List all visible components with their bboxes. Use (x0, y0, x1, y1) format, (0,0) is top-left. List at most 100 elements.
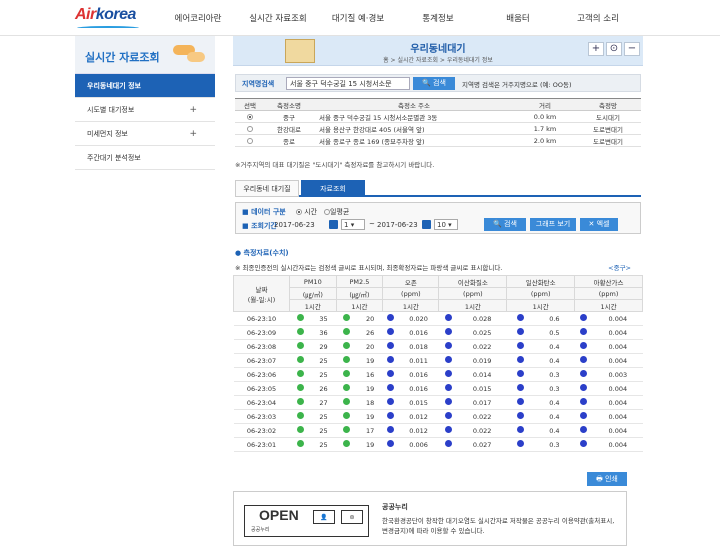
sidebar-item-weekly[interactable]: 주간대기 분석정보 (75, 146, 215, 170)
grade-dot-icon (580, 440, 588, 447)
grade-dot-icon (516, 356, 524, 363)
nav-stats[interactable]: 통계정보 (398, 12, 478, 24)
grade-dot-icon (296, 384, 304, 391)
grade-dot-icon (444, 328, 452, 335)
grade-dot-icon (343, 440, 351, 447)
tab-data-query[interactable]: 자료조회 (301, 180, 365, 197)
zoom-out-button[interactable]: − (624, 42, 640, 56)
grade-dot-icon (296, 370, 304, 377)
table-row: 06-23:04 27 18 0.015 0.017 0.4 0.004 (233, 395, 643, 410)
radio-day[interactable]: 일평균 (324, 207, 349, 217)
zoom-reset-button[interactable]: ⊙ (606, 42, 622, 56)
grade-dot-icon (296, 426, 304, 433)
grade-dot-icon (343, 398, 351, 405)
col-address: 측정소 주소 (313, 98, 515, 111)
grade-dot-icon (444, 426, 452, 433)
query-search-button[interactable]: 🔍 검색 (484, 218, 526, 231)
search-hint: 지역명 검색은 거주지명으로 (예: OO동) (462, 81, 572, 89)
table-row: 06-23:03 25 19 0.012 0.022 0.4 0.004 (233, 409, 643, 424)
table-row: 06-23:01 25 19 0.006 0.027 0.3 0.004 (233, 437, 643, 452)
grade-dot-icon (386, 328, 394, 335)
expand-icon: + (189, 129, 197, 139)
col-select: 선택 (235, 98, 265, 111)
grade-dot-icon (580, 342, 588, 349)
grade-dot-icon (444, 384, 452, 391)
grade-dot-icon (444, 314, 452, 321)
query-filter: ■ 데이터 구분 시간 일평균 ■ 조회기간 2017-06-23 1 ▾ ~ … (235, 202, 641, 234)
grade-dot-icon (580, 356, 588, 363)
calendar-icon[interactable] (329, 220, 338, 229)
sidebar-item-city-air[interactable]: 시도별 대기정보 + (75, 98, 215, 122)
col-no2: 이산화질소 (438, 275, 508, 288)
col-station: 측정소명 (265, 98, 313, 111)
graph-view-button[interactable]: 그래프 보기 (530, 218, 576, 231)
table-row: 06-23:10 35 20 0.020 0.028 0.6 0.004 (233, 311, 643, 326)
sidebar-item-fine-dust[interactable]: 미세먼지 정보 + (75, 122, 215, 146)
sidebar-menu: 우리동네대기 정보 시도별 대기정보 + 미세먼지 정보 + 주간대기 분석정보 (75, 74, 215, 170)
tab-local-air[interactable]: 우리동네 대기질 (235, 180, 299, 197)
station-note: ※거주지역의 대표 대기질은 "도시대기" 측정자료를 참고하시기 바랍니다. (235, 161, 435, 169)
table-row[interactable]: 중구 서울 중구 덕수궁길 15 시청서소문별관 3동 0.0 km 도시대기 (235, 110, 641, 123)
nav-forecast[interactable]: 대기질 예·경보 (318, 12, 398, 24)
search-input[interactable]: 서울 중구 덕수궁길 15 시청서소문 (286, 77, 410, 90)
table-row[interactable]: 종로 서울 종로구 종로 169 (종묘주차장 앞) 2.0 km 도로변대기 (235, 134, 641, 147)
sidebar-item-local-air[interactable]: 우리동네대기 정보 (75, 74, 215, 98)
grade-dot-icon (444, 370, 452, 377)
section-title: ● 측정자료(수치) (235, 249, 289, 257)
attribution-icon: 👤 (313, 510, 335, 524)
airkorea-logo[interactable]: Airkorea (75, 6, 139, 28)
date-from[interactable]: 2017-06-23 (274, 221, 315, 229)
grade-dot-icon (343, 412, 351, 419)
grade-dot-icon (343, 384, 351, 391)
open-license-logo: OPEN 공공누리 👤 ⊜ (244, 505, 369, 537)
zoom-in-button[interactable]: + (588, 42, 604, 56)
grade-dot-icon (386, 370, 394, 377)
hour-to-select[interactable]: 10 ▾ (434, 219, 458, 230)
table-row: 06-23:07 25 19 0.011 0.019 0.4 0.004 (233, 353, 643, 368)
table-row[interactable]: 한강대로 서울 용산구 한강대로 405 (서울역 앞) 1.7 km 도로변대… (235, 122, 641, 135)
station-table: 선택 측정소명 측정소 주소 거리 측정망 중구 서울 중구 덕수궁길 15 시… (235, 98, 641, 147)
radio-hour[interactable]: 시간 (296, 207, 317, 217)
station-radio[interactable] (247, 125, 253, 132)
grade-dot-icon (516, 384, 524, 391)
breadcrumb: 홈 > 실시간 자료조회 > 우리동네대기 정보 (383, 57, 493, 64)
print-button[interactable]: 🖶 인쇄 (587, 472, 627, 486)
nav-about[interactable]: 에어코리아란 (158, 12, 238, 24)
grade-dot-icon (580, 370, 588, 377)
expand-icon: + (189, 105, 197, 115)
grade-dot-icon (296, 314, 304, 321)
calendar-icon[interactable] (422, 220, 431, 229)
license-box: OPEN 공공누리 👤 ⊜ 공공누리 한국환경공단이 창작한 대기오염도 실시간… (233, 491, 627, 546)
date-to[interactable]: 2017-06-23 (377, 221, 418, 229)
range-tilde: ~ (369, 220, 375, 228)
station-radio[interactable] (247, 113, 253, 120)
table-row: 06-23:08 29 20 0.018 0.022 0.4 0.004 (233, 339, 643, 354)
grade-dot-icon (444, 398, 452, 405)
grade-dot-icon (444, 412, 452, 419)
grade-dot-icon (516, 426, 524, 433)
nav-learn[interactable]: 배움터 (478, 12, 558, 24)
hour-from-select[interactable]: 1 ▾ (341, 219, 365, 230)
station-radio[interactable] (247, 137, 253, 144)
grade-dot-icon (296, 412, 304, 419)
excel-button[interactable]: ✕ 엑셀 (580, 218, 618, 231)
grade-dot-icon (580, 398, 588, 405)
measurement-table: 날짜 (월-일:시) PM10 PM2.5 오존 이산화질소 일산화탄소 아황산가… (233, 275, 643, 452)
main-nav: 에어코리아란 실시간 자료조회 대기질 예·경보 통계정보 배움터 고객의 소리 (158, 12, 638, 24)
grade-dot-icon (386, 426, 394, 433)
col-pm25: PM2.5 (335, 275, 384, 288)
grade-dot-icon (444, 440, 452, 447)
sidebar-header: 실시간 자료조회 (75, 36, 215, 74)
grade-dot-icon (516, 398, 524, 405)
grade-dot-icon (386, 440, 394, 447)
grade-dot-icon (516, 412, 524, 419)
search-button[interactable]: 🔍 검색 (413, 77, 455, 90)
nav-realtime[interactable]: 실시간 자료조회 (238, 12, 318, 24)
top-bar: Airkorea 에어코리아란 실시간 자료조회 대기질 예·경보 통계정보 배… (0, 0, 720, 36)
nav-voice[interactable]: 고객의 소리 (558, 12, 638, 24)
data-type-label: ■ 데이터 구분 (242, 208, 286, 216)
col-so2: 아황산가스 (574, 275, 643, 288)
grade-dot-icon (444, 342, 452, 349)
grade-dot-icon (296, 328, 304, 335)
grade-dot-icon (386, 398, 394, 405)
